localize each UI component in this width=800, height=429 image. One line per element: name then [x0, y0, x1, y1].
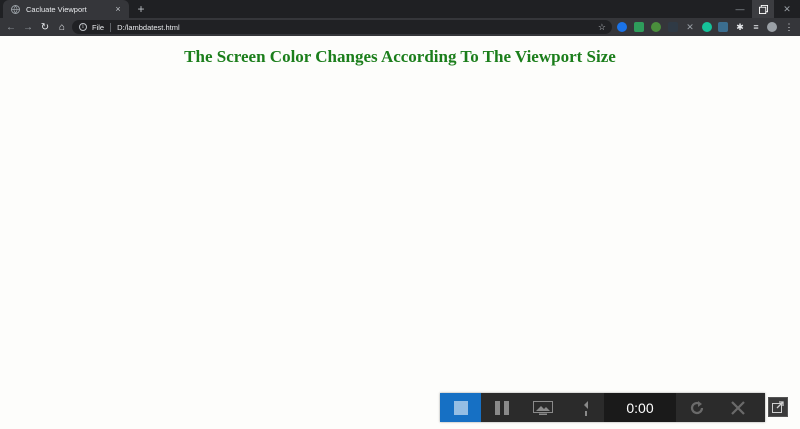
minimize-button[interactable]: — — [729, 0, 751, 18]
screen-recorder-bar: 0:00 — [440, 393, 765, 422]
puzzle-icon[interactable]: ✱ — [735, 22, 745, 32]
restore-icon — [758, 4, 768, 14]
extension-icon[interactable] — [651, 22, 661, 32]
restart-button[interactable] — [676, 393, 717, 422]
url-divider — [110, 22, 112, 32]
popout-button[interactable] — [768, 397, 788, 417]
home-icon[interactable]: ⌂ — [54, 18, 70, 36]
pause-button[interactable] — [481, 393, 522, 422]
close-window-button[interactable]: ✕ — [776, 0, 798, 18]
tab-active[interactable]: Cacluate Viewport × — [3, 0, 129, 18]
speaker-icon — [580, 400, 588, 416]
page-heading: The Screen Color Changes According To Th… — [184, 47, 616, 66]
info-icon[interactable]: i — [79, 23, 87, 31]
discard-button[interactable] — [717, 393, 758, 422]
forward-icon[interactable]: → — [20, 18, 36, 36]
pause-icon — [494, 400, 509, 415]
globe-icon — [11, 4, 20, 14]
extension-icon[interactable] — [617, 22, 627, 32]
close-icon — [730, 400, 745, 415]
url-scheme: File — [92, 22, 105, 32]
tab-title: Cacluate Viewport — [26, 4, 87, 14]
tab-close-icon[interactable]: × — [112, 3, 124, 15]
extension-icon[interactable] — [668, 22, 678, 32]
avatar[interactable] — [767, 22, 777, 32]
extension-icon[interactable] — [702, 22, 712, 32]
new-tab-button[interactable]: + — [134, 2, 148, 16]
bookmark-star-icon[interactable]: ☆ — [598, 22, 606, 33]
screen-select-button[interactable] — [522, 393, 563, 422]
shield-extension-icon[interactable] — [634, 22, 644, 32]
audio-toggle-button[interactable] — [563, 393, 604, 422]
menu-kebab-icon[interactable]: ⋮ — [784, 22, 794, 32]
reload-icon[interactable]: ↻ — [37, 18, 53, 36]
recording-timer: 0:00 — [604, 393, 676, 422]
url-text[interactable]: D:/lambdatest.html — [117, 23, 180, 32]
external-link-icon — [772, 401, 784, 413]
restart-icon — [690, 400, 703, 414]
restore-button[interactable] — [752, 0, 774, 18]
back-icon[interactable]: ← — [3, 18, 19, 36]
extension-icon[interactable] — [718, 22, 728, 32]
reading-list-icon[interactable]: ≡ — [751, 22, 761, 32]
tab-strip: Cacluate Viewport × + — ✕ — [0, 0, 800, 18]
disabled-extension-icon[interactable]: ✕ — [685, 22, 695, 32]
browser-toolbar: ← → ↻ ⌂ i File D:/lambdatest.html ☆ ✕ ✱ … — [0, 18, 800, 36]
screen-icon — [532, 400, 553, 415]
stop-icon — [453, 400, 468, 415]
address-bar[interactable]: i File D:/lambdatest.html ☆ — [72, 20, 612, 34]
stop-button[interactable] — [440, 393, 481, 422]
